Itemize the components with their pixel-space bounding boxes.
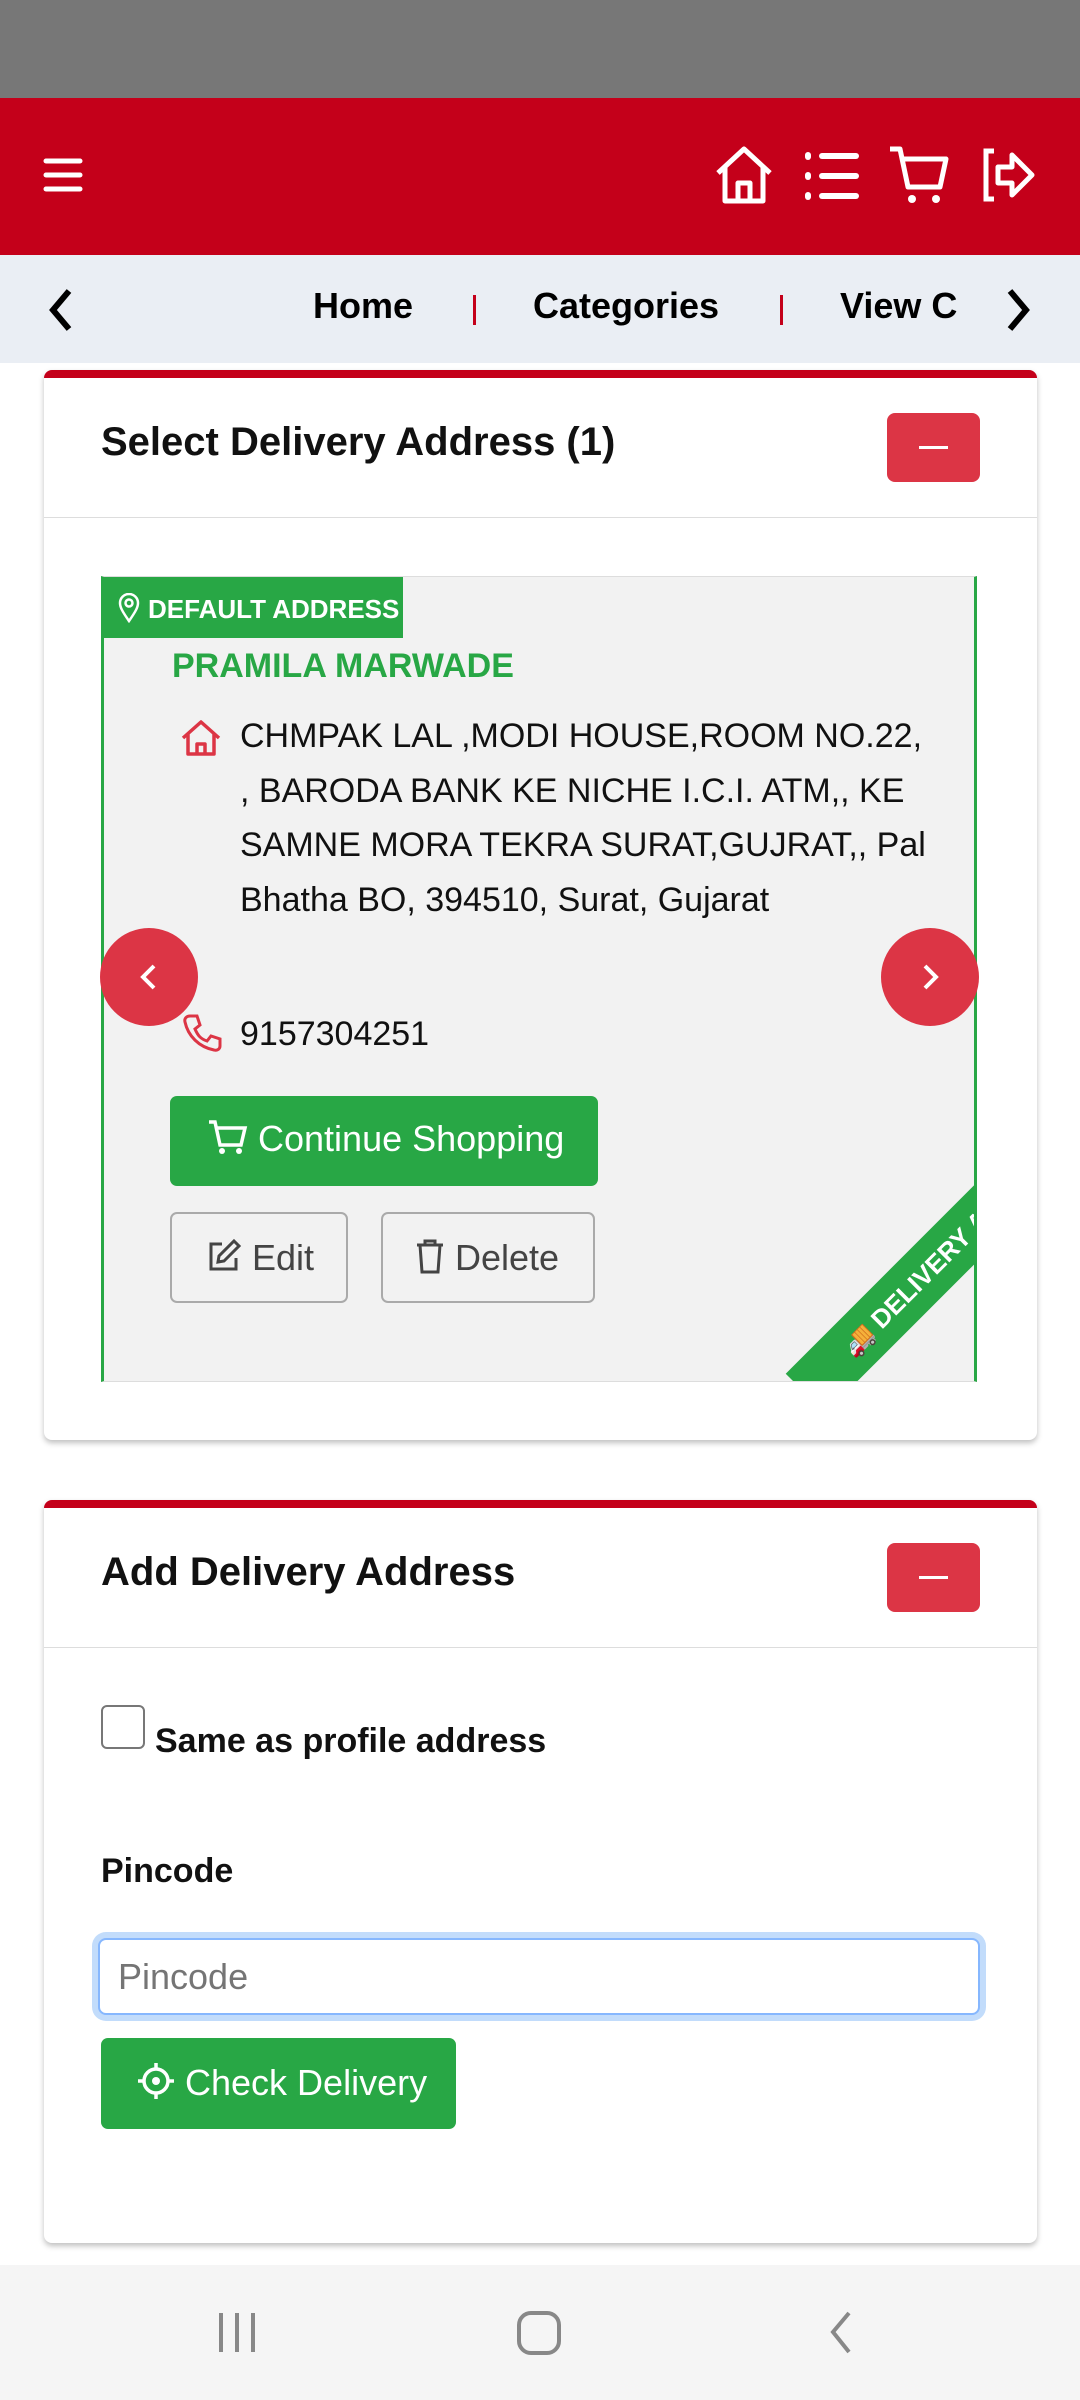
nav-link-view-cart[interactable]: View C: [840, 285, 957, 327]
badge-label: DEFAULT ADDRESS: [148, 594, 400, 624]
category-nav: Home Categories View C: [0, 255, 1080, 363]
system-nav-bar: [0, 2265, 1080, 2400]
list-icon[interactable]: [800, 143, 864, 207]
chevron-right-icon: [923, 964, 939, 990]
crosshair-icon: [138, 2063, 174, 2099]
nav-link-home[interactable]: Home: [313, 285, 413, 327]
next-address-button[interactable]: [881, 928, 979, 1026]
home-icon[interactable]: [712, 143, 776, 207]
card-header: Select Delivery Address (1): [44, 378, 1037, 518]
divider: [780, 295, 783, 325]
button-label: Delete: [455, 1237, 560, 1278]
home-icon: [181, 720, 221, 756]
home-button-icon[interactable]: [515, 2310, 565, 2355]
menu-icon[interactable]: [40, 143, 104, 207]
pincode-input[interactable]: [98, 1938, 980, 2015]
card-title: Select Delivery Address (1): [101, 420, 616, 464]
cart-icon[interactable]: [888, 143, 952, 207]
button-label: Edit: [252, 1237, 315, 1278]
chevron-left-icon[interactable]: [45, 287, 75, 333]
default-address-badge: DEFAULT ADDRESS: [104, 577, 403, 638]
address-name: PRAMILA MARWADE: [172, 647, 514, 685]
delivery-address-ribbon: 🚚 DELIVERY ADDRESS: [785, 1076, 977, 1381]
recent-apps-icon[interactable]: [215, 2310, 260, 2355]
divider: [473, 295, 476, 325]
address-text: CHMPAK LAL ,MODI HOUSE,ROOM NO.22, , BAR…: [240, 717, 926, 919]
address-phone: 9157304251: [240, 1015, 430, 1053]
add-address-card: Add Delivery Address Same as profile add…: [44, 1500, 1037, 2243]
location-pin-icon: [118, 593, 140, 623]
chevron-right-icon[interactable]: [1004, 287, 1034, 333]
delete-button[interactable]: Delete: [381, 1212, 595, 1303]
nav-link-categories[interactable]: Categories: [533, 285, 719, 327]
card-header: Add Delivery Address: [44, 1508, 1037, 1648]
cart-icon: [209, 1120, 248, 1154]
collapse-button[interactable]: [887, 1543, 980, 1612]
app-header: [0, 98, 1080, 255]
edit-button[interactable]: Edit: [170, 1212, 348, 1303]
card-title: Add Delivery Address: [101, 1550, 516, 1594]
button-label: Check Delivery: [185, 2062, 428, 2103]
same-as-profile-checkbox[interactable]: [101, 1705, 145, 1749]
same-as-profile-label[interactable]: Same as profile address: [155, 1722, 546, 1761]
pincode-label: Pincode: [101, 1852, 234, 1890]
collapse-button[interactable]: [887, 413, 980, 482]
address-card[interactable]: DEFAULT ADDRESS PRAMILA MARWADE CHMPAK L…: [101, 576, 977, 1382]
continue-shopping-button[interactable]: Continue Shopping: [170, 1096, 598, 1186]
edit-icon: [209, 1238, 242, 1271]
back-icon[interactable]: [825, 2310, 855, 2355]
button-label: Continue Shopping: [258, 1118, 565, 1159]
chevron-left-icon: [140, 964, 156, 990]
ribbon-label: DELIVERY ADDRESS: [864, 1127, 977, 1335]
prev-address-button[interactable]: [100, 928, 198, 1026]
logout-icon[interactable]: [976, 143, 1040, 207]
status-bar: [0, 0, 1080, 98]
trash-icon: [417, 1239, 443, 1274]
check-delivery-button[interactable]: Check Delivery: [101, 2038, 456, 2129]
